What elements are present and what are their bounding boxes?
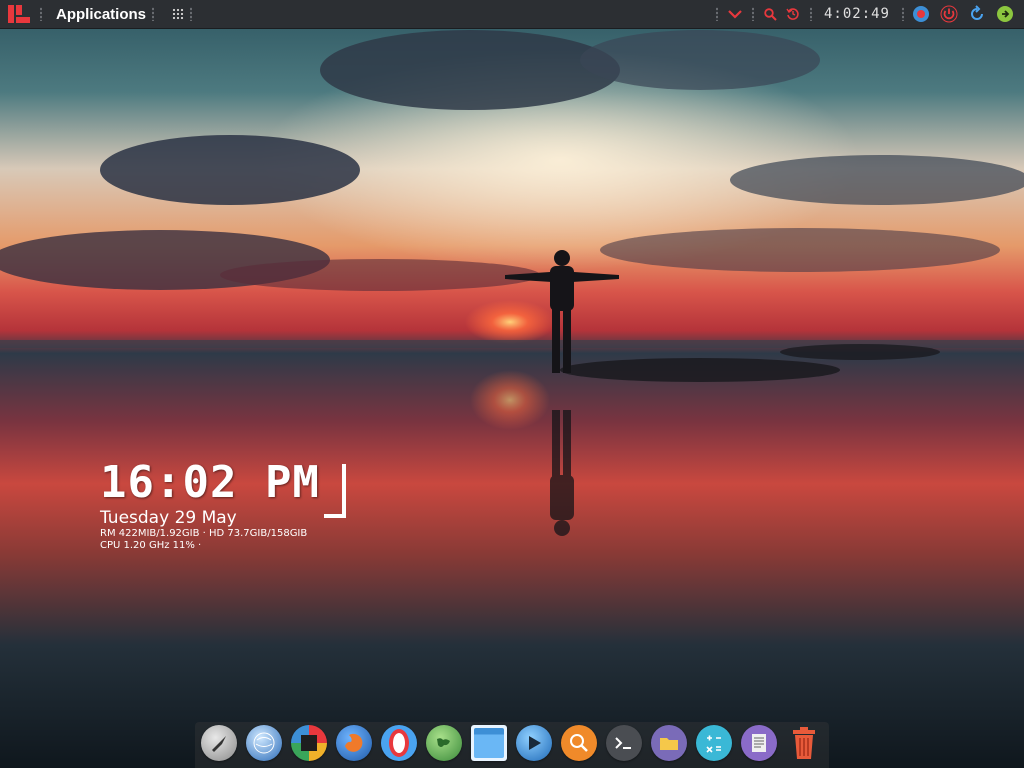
launcher-icon[interactable] xyxy=(201,725,237,761)
refresh-icon[interactable] xyxy=(966,3,988,25)
panel-separator xyxy=(715,7,718,21)
desktop-date: Tuesday 29 May xyxy=(100,508,237,528)
wallpaper xyxy=(0,0,1024,768)
desktop-time: 16:02 PM xyxy=(100,457,320,508)
firefox-icon[interactable] xyxy=(336,725,372,761)
history-icon[interactable] xyxy=(782,3,804,25)
menu-logo-icon[interactable] xyxy=(8,5,30,23)
calculator-icon[interactable] xyxy=(696,725,732,761)
terminal-icon[interactable] xyxy=(606,725,642,761)
panel-separator xyxy=(190,7,193,21)
window-icon[interactable] xyxy=(471,725,507,761)
panel-separator xyxy=(40,7,42,21)
workspace-grid-icon[interactable] xyxy=(172,8,185,20)
memory-disk-stats: RM 422MIB/1.92GIB · HD 73.7GIB/158GIB xyxy=(100,528,308,539)
clock-underline-decoration xyxy=(324,464,346,518)
panel-separator xyxy=(809,7,812,21)
search-icon[interactable] xyxy=(561,725,597,761)
logout-icon[interactable] xyxy=(994,3,1016,25)
applications-menu-button[interactable]: Applications xyxy=(56,6,146,23)
panel-clock[interactable]: 4:02:49 xyxy=(824,6,890,22)
trash-icon[interactable] xyxy=(786,725,822,761)
top-panel: Applications 4:02:49 xyxy=(0,0,1024,29)
media-icon[interactable] xyxy=(516,725,552,761)
browser-icon[interactable] xyxy=(426,725,462,761)
globe-icon[interactable] xyxy=(246,725,282,761)
opera-icon[interactable] xyxy=(381,725,417,761)
panel-separator xyxy=(902,7,904,21)
dock xyxy=(195,722,829,768)
panel-separator xyxy=(751,7,754,21)
panel-separator xyxy=(152,7,155,21)
chevron-down-icon[interactable] xyxy=(724,3,746,25)
power-icon[interactable] xyxy=(938,3,960,25)
text-editor-icon[interactable] xyxy=(741,725,777,761)
cpu-stats: CPU 1.20 GHz 11% · xyxy=(100,540,202,551)
files-icon[interactable] xyxy=(651,725,687,761)
app-icon[interactable] xyxy=(291,725,327,761)
user-avatar-icon[interactable] xyxy=(910,3,932,25)
desktop-clock-widget: 16:02 PM Tuesday 29 May RM 422MIB/1.92GI… xyxy=(100,457,346,552)
search-icon[interactable] xyxy=(760,3,782,25)
